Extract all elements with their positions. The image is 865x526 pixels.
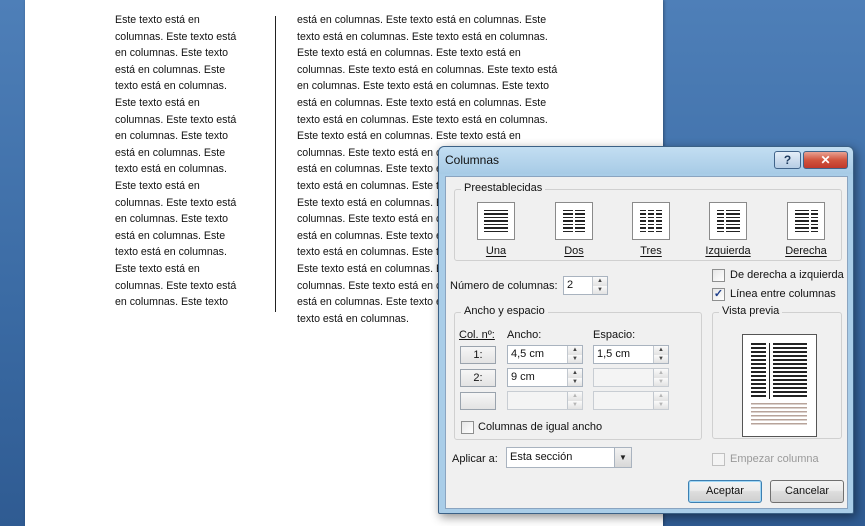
- equal-width-checkbox[interactable]: [461, 421, 474, 434]
- column-separator-line: [275, 16, 276, 312]
- col1-spacing-spinner[interactable]: ▲ ▼: [653, 346, 668, 363]
- col2-width-value: 9 cm: [511, 371, 535, 383]
- help-icon: ?: [783, 153, 792, 167]
- cancel-button[interactable]: Cancelar: [770, 480, 844, 503]
- preset-left-icon: [709, 202, 747, 240]
- close-button[interactable]: ✕: [803, 151, 848, 169]
- dialog-client-area: Preestablecidas Una Dos Tres Izquierda D…: [445, 176, 848, 509]
- preview-group-label: Vista previa: [719, 305, 783, 317]
- apply-to-value: Esta sección: [510, 451, 573, 463]
- preset-one-icon: [477, 202, 515, 240]
- preset-two-icon: [555, 202, 593, 240]
- col1-spacing-value: 1,5 cm: [597, 348, 631, 360]
- col1-width-value: 4,5 cm: [511, 348, 545, 360]
- col-number-2: 2:: [460, 369, 496, 387]
- text-column-1: Este texto está en columnas. Este texto …: [115, 14, 237, 309]
- num-columns-value: 2: [567, 279, 574, 291]
- width-spacing-group-label: Ancho y espacio: [461, 305, 548, 317]
- width-header: Ancho:: [507, 329, 542, 341]
- chevron-down-icon[interactable]: ▼: [614, 448, 631, 467]
- presets-group: Preestablecidas Una Dos Tres Izquierda D…: [454, 182, 842, 261]
- col3-spacing-input: ▲ ▼: [593, 391, 669, 410]
- col2-spacing-input: ▲ ▼: [593, 368, 669, 387]
- preset-right-icon: [787, 202, 825, 240]
- preset-three-label: Tres: [640, 245, 662, 257]
- col3-width-input: ▲ ▼: [507, 391, 583, 410]
- col-number-3: [460, 392, 496, 410]
- close-icon: ✕: [820, 153, 831, 167]
- rtl-checkbox[interactable]: [712, 269, 725, 282]
- preset-three-icon: [632, 202, 670, 240]
- preset-right-label: Derecha: [785, 245, 827, 257]
- preview-columns-graphic: [751, 343, 807, 425]
- col3-spacing-spinner: ▲ ▼: [653, 392, 668, 409]
- preset-right[interactable]: Derecha: [771, 202, 841, 257]
- col2-width-spinner[interactable]: ▲ ▼: [567, 369, 582, 386]
- preset-one[interactable]: Una: [461, 202, 531, 257]
- preset-left[interactable]: Izquierda: [693, 202, 763, 257]
- col2-width-input[interactable]: 9 cm ▲ ▼: [507, 368, 583, 387]
- col1-spacing-input[interactable]: 1,5 cm ▲ ▼: [593, 345, 669, 364]
- preset-left-label: Izquierda: [705, 245, 751, 257]
- num-columns-input[interactable]: 2 ▲ ▼: [563, 276, 608, 295]
- preset-three[interactable]: Tres: [616, 202, 686, 257]
- col-number-1: 1:: [460, 346, 496, 364]
- spacing-header: Espacio:: [593, 329, 636, 341]
- apply-to-label: Aplicar a:: [452, 453, 498, 465]
- dialog-title: Columnas: [445, 153, 500, 167]
- new-column-checkbox: [712, 453, 725, 466]
- new-column-label: Empezar columna: [730, 453, 819, 465]
- apply-to-select[interactable]: Esta sección ▼: [506, 447, 632, 468]
- num-columns-label: Número de columnas:: [450, 280, 558, 292]
- preset-two[interactable]: Dos: [539, 202, 609, 257]
- spin-up-icon[interactable]: ▲: [593, 277, 607, 286]
- preset-one-label: Una: [485, 245, 507, 257]
- num-columns-spinner[interactable]: ▲ ▼: [592, 277, 607, 294]
- columns-dialog: Columnas ? ✕ Preestablecidas Una Dos Tre…: [438, 146, 854, 514]
- equal-width-label: Columnas de igual ancho: [478, 421, 603, 433]
- col1-width-input[interactable]: 4,5 cm ▲ ▼: [507, 345, 583, 364]
- spin-down-icon[interactable]: ▼: [593, 285, 607, 294]
- ok-button[interactable]: Aceptar: [688, 480, 762, 503]
- presets-group-label: Preestablecidas: [461, 182, 546, 194]
- col-number-header: Col. nº:: [459, 329, 495, 341]
- check-icon: ✓: [713, 288, 724, 300]
- preview-page: [742, 334, 817, 437]
- line-between-checkbox[interactable]: ✓: [712, 288, 725, 301]
- preview-group: Vista previa: [712, 305, 842, 439]
- help-button[interactable]: ?: [774, 151, 801, 169]
- preset-two-label: Dos: [564, 245, 584, 257]
- dialog-titlebar[interactable]: Columnas ? ✕: [439, 147, 853, 174]
- col1-width-spinner[interactable]: ▲ ▼: [567, 346, 582, 363]
- rtl-label: De derecha a izquierda: [730, 269, 844, 281]
- line-between-label: Línea entre columnas: [730, 288, 836, 300]
- col3-width-spinner: ▲ ▼: [567, 392, 582, 409]
- width-spacing-group: Ancho y espacio Col. nº: Ancho: Espacio:…: [454, 305, 702, 440]
- col2-spacing-spinner: ▲ ▼: [653, 369, 668, 386]
